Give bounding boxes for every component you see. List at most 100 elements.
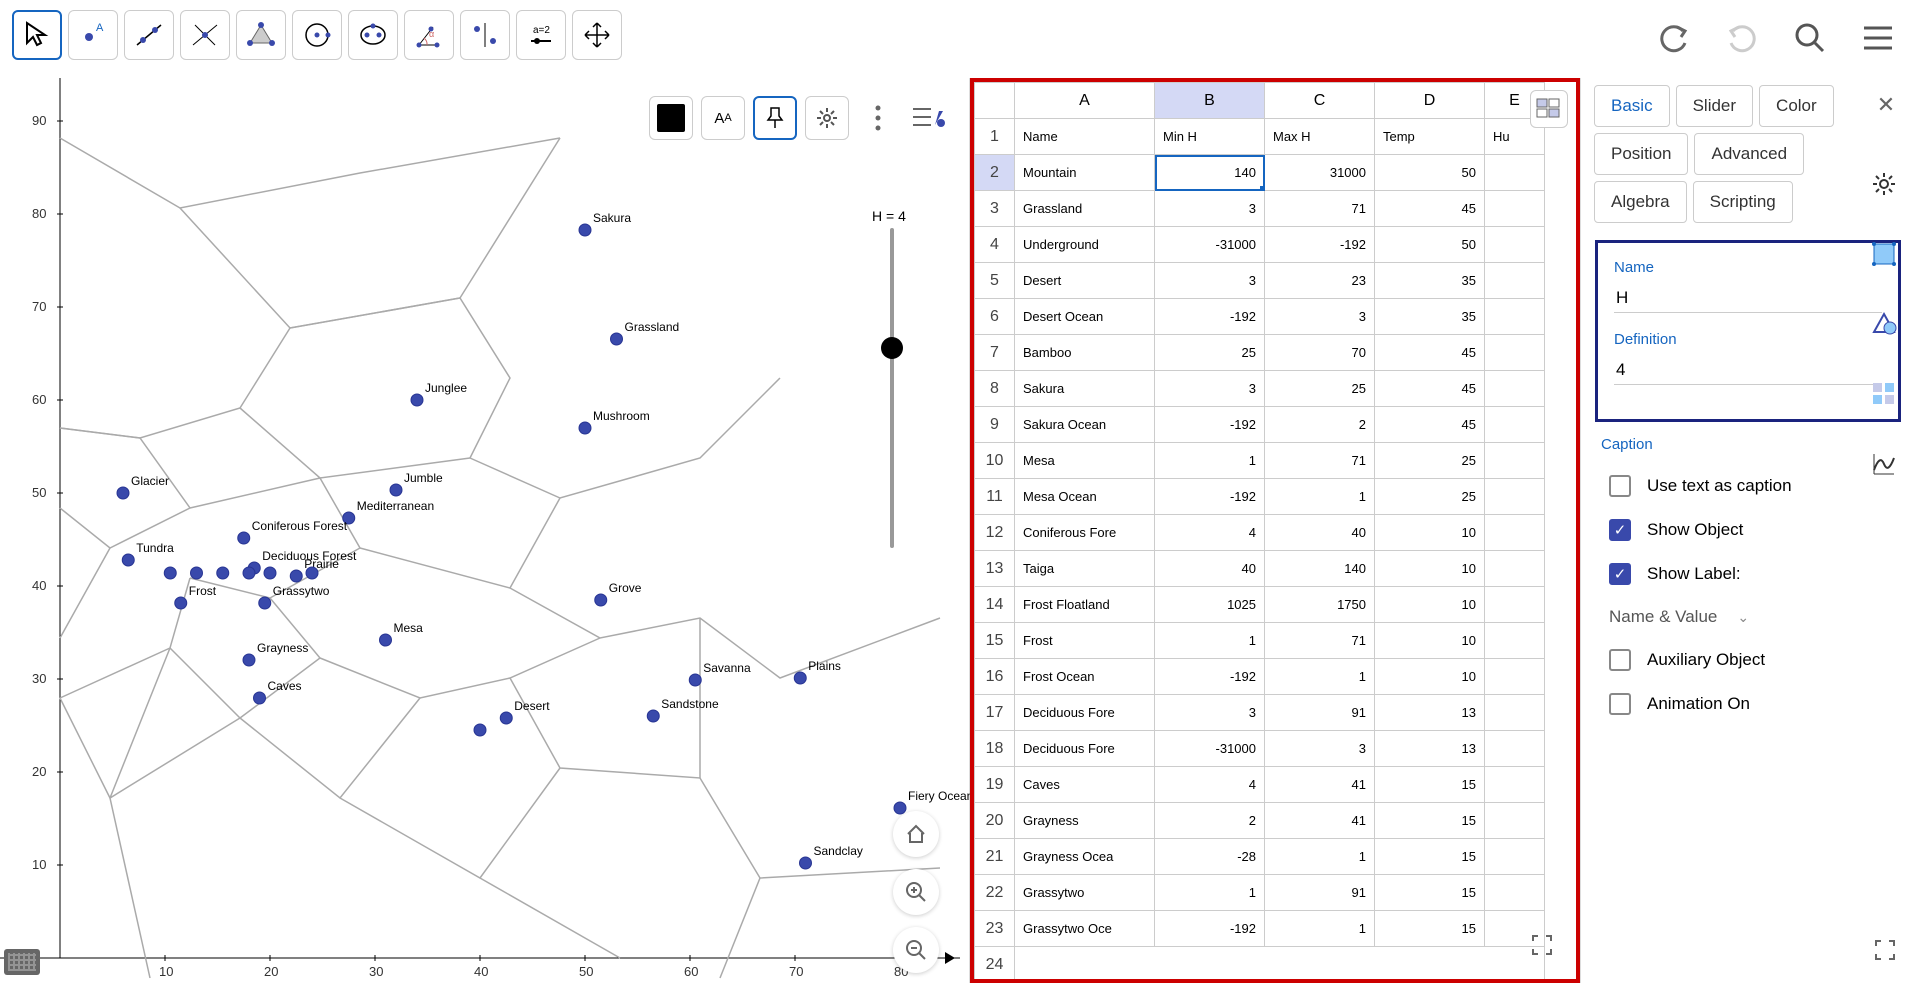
cell[interactable] [1485,443,1545,479]
show-label-row[interactable]: Show Label: [1609,563,1887,585]
tab-algebra[interactable]: Algebra [1594,181,1687,223]
cell[interactable]: Taiga [1015,551,1155,587]
cell[interactable] [1485,659,1545,695]
tab-color[interactable]: Color [1759,85,1834,127]
row-header[interactable]: 2 [975,155,1015,191]
cell[interactable]: 15 [1375,767,1485,803]
cell[interactable]: 41 [1265,767,1375,803]
cell[interactable] [1485,155,1545,191]
cell[interactable]: 1025 [1155,587,1265,623]
spreadsheet-grid[interactable]: ABCDE1NameMin HMax HTempHu2Mountain14031… [974,82,1576,979]
redo-button[interactable] [1722,18,1762,58]
cell[interactable] [1485,623,1545,659]
show-object-row[interactable]: Show Object [1609,519,1887,541]
cell[interactable]: 45 [1375,371,1485,407]
tool-move[interactable] [12,10,62,60]
tool-pan[interactable] [572,10,622,60]
checkbox-icon[interactable] [1609,693,1631,715]
zoom-out-button[interactable] [893,927,939,973]
cell[interactable]: Grassytwo [1015,875,1155,911]
cell[interactable] [1485,839,1545,875]
slider-track[interactable] [890,228,894,548]
undo-button[interactable] [1654,18,1694,58]
row-header[interactable]: 10 [975,443,1015,479]
cell[interactable]: 71 [1265,443,1375,479]
cell[interactable] [1485,803,1545,839]
col-header-B[interactable]: B [1155,83,1265,119]
cell[interactable]: 50 [1375,155,1485,191]
home-button[interactable] [893,811,939,857]
row-header[interactable]: 12 [975,515,1015,551]
cell[interactable]: 3 [1265,299,1375,335]
spreadsheet-style-btn[interactable] [1530,90,1568,128]
cell[interactable]: 15 [1375,803,1485,839]
auxiliary-row[interactable]: Auxiliary Object [1609,649,1887,671]
graphics-view[interactable]: 1020304050607080 102030405060708090 Saku… [0,78,970,983]
cell[interactable]: Frost Ocean [1015,659,1155,695]
cell[interactable]: 3 [1155,695,1265,731]
col-header-D[interactable]: D [1375,83,1485,119]
select-icon[interactable] [1870,240,1900,270]
cell[interactable]: 13 [1375,695,1485,731]
text-size[interactable]: AA [701,96,745,140]
tool-angle[interactable]: α [404,10,454,60]
cell[interactable] [1485,263,1545,299]
cell[interactable]: 1 [1155,623,1265,659]
cell[interactable]: 71 [1265,623,1375,659]
row-header[interactable]: 13 [975,551,1015,587]
cell[interactable]: Max H [1265,119,1375,155]
cell[interactable]: Sakura [1015,371,1155,407]
checkbox-icon[interactable] [1609,475,1631,497]
row-header[interactable]: 5 [975,263,1015,299]
tool-circle[interactable] [292,10,342,60]
cell[interactable]: -28 [1155,839,1265,875]
cell[interactable]: 1 [1265,479,1375,515]
label-mode-select[interactable]: Name & Value⌄ [1609,607,1887,627]
cell[interactable]: 10 [1375,587,1485,623]
cell[interactable]: 70 [1265,335,1375,371]
more-dots[interactable] [857,97,899,139]
cell[interactable]: 25 [1155,335,1265,371]
cell[interactable] [1485,479,1545,515]
tool-polygon[interactable] [236,10,286,60]
cell[interactable]: 3 [1155,263,1265,299]
cell[interactable]: 35 [1375,263,1485,299]
cell[interactable]: Mountain [1015,155,1155,191]
cell[interactable]: Coniferous Fore [1015,515,1155,551]
cell[interactable]: 10 [1375,623,1485,659]
cell[interactable]: 40 [1155,551,1265,587]
tab-basic[interactable]: Basic [1594,85,1670,127]
cell[interactable]: 10 [1375,515,1485,551]
tab-slider[interactable]: Slider [1676,85,1753,127]
cell[interactable]: Caves [1015,767,1155,803]
cell[interactable]: 25 [1375,443,1485,479]
search-button[interactable] [1790,18,1830,58]
close-button[interactable]: ✕ [1871,90,1901,120]
keyboard-toggle[interactable] [4,949,40,975]
cell[interactable]: 15 [1375,839,1485,875]
row-header[interactable]: 20 [975,803,1015,839]
cell[interactable]: 25 [1265,371,1375,407]
row-header[interactable]: 14 [975,587,1015,623]
cell[interactable] [1485,875,1545,911]
cell[interactable]: 40 [1265,515,1375,551]
cell[interactable]: 15 [1375,911,1485,947]
cell[interactable]: Underground [1015,227,1155,263]
graphics-canvas[interactable]: 1020304050607080 102030405060708090 Saku… [0,78,970,983]
row-header[interactable]: 23 [975,911,1015,947]
cell[interactable]: 71 [1265,191,1375,227]
cell[interactable]: 41 [1265,803,1375,839]
cell[interactable]: Min H [1155,119,1265,155]
animation-row[interactable]: Animation On [1609,693,1887,715]
cell[interactable] [1485,551,1545,587]
cell[interactable]: Frost Floatland [1015,587,1155,623]
tab-position[interactable]: Position [1594,133,1688,175]
cell[interactable]: 2 [1155,803,1265,839]
cell[interactable]: 4 [1155,767,1265,803]
row-header[interactable]: 22 [975,875,1015,911]
cell[interactable] [1485,515,1545,551]
row-header[interactable]: 18 [975,731,1015,767]
row-header[interactable]: 4 [975,227,1015,263]
cell[interactable] [1485,227,1545,263]
color-picker[interactable] [649,96,693,140]
